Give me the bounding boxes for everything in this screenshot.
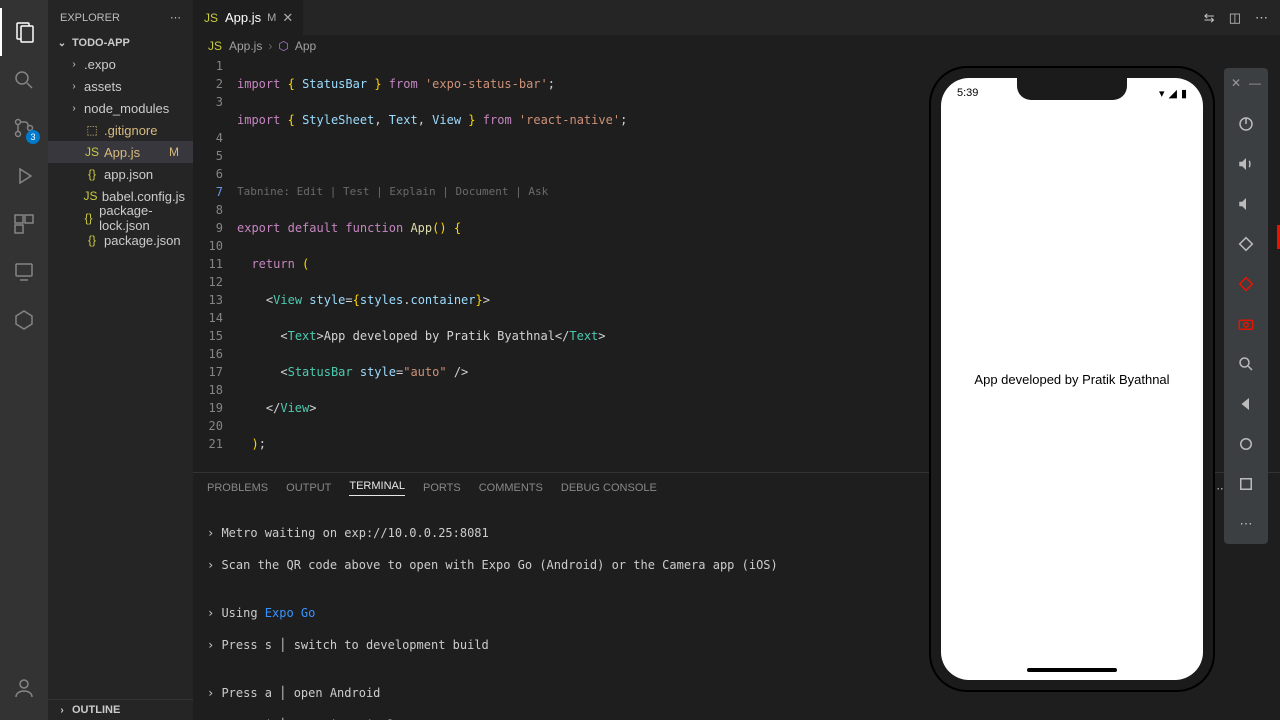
activity-hex-icon[interactable] [0,296,48,344]
power-icon[interactable] [1234,112,1258,136]
panel-tab-comments[interactable]: COMMENTS [479,482,543,494]
editor-tab[interactable]: JS App.js M ✕ [193,0,304,35]
tree-file-active[interactable]: JSApp.jsM [48,141,193,163]
volume-up-icon[interactable] [1234,152,1258,176]
tree-folder[interactable]: ›node_modules [48,97,193,119]
tab-bar: JS App.js M ✕ ⇆ ◫ ⋯ [193,0,1280,35]
tab-modified-indicator: M [267,12,276,24]
file-tree: ›.expo ›assets ›node_modules ⬚.gitignore… [48,51,193,253]
chevron-right-icon: › [56,705,68,716]
line-gutter: 1 2 3 4 5 6 7 8 9 10 11 12 13 14 15 16 1… [193,57,237,472]
android-emulator: 5:39 ▾ ◢ ▮ App developed by Pratik Byath… [931,68,1213,690]
tab-filename: App.js [225,10,261,25]
js-icon: JS [207,39,223,53]
zoom-icon[interactable] [1234,352,1258,376]
volume-down-icon[interactable] [1234,192,1258,216]
panel-tab-debug[interactable]: DEBUG CONSOLE [561,482,657,494]
project-name: TODO-APP [72,37,130,49]
explorer-title: EXPLORER [60,12,120,24]
activity-bar: 3 [0,0,48,720]
phone-frame: 5:39 ▾ ◢ ▮ App developed by Pratik Byath… [931,68,1213,690]
more-icon[interactable]: ⋯ [1255,10,1268,26]
compare-icon[interactable]: ⇆ [1204,10,1215,26]
tab-actions: ⇆ ◫ ⋯ [1204,0,1280,35]
rotate-left-icon[interactable] [1234,232,1258,256]
activity-scm-icon[interactable]: 3 [0,104,48,152]
chevron-down-icon: ⌄ [56,38,68,49]
main-area: JS App.js M ✕ ⇆ ◫ ⋯ JS App.js › ⬡ App 1 … [193,0,1280,720]
sidebar: EXPLORER ⋯ ⌄ TODO-APP ›.expo ›assets ›no… [48,0,193,720]
outline-header[interactable]: › OUTLINE [48,699,193,720]
home-icon[interactable] [1234,432,1258,456]
activity-extensions-icon[interactable] [0,200,48,248]
tree-file[interactable]: {}package-lock.json [48,207,193,229]
panel-tab-problems[interactable]: PROBLEMS [207,482,268,494]
breadcrumbs[interactable]: JS App.js › ⬡ App [193,35,1280,57]
explorer-more-icon[interactable]: ⋯ [170,11,181,24]
activity-explorer-icon[interactable] [0,8,48,56]
emulator-toolbar: ✕ — ⋯ [1224,68,1268,544]
tree-file[interactable]: ⬚.gitignore [48,119,193,141]
panel-tab-ports[interactable]: PORTS [423,482,461,494]
tree-file[interactable]: {}app.json [48,163,193,185]
tab-close-icon[interactable]: ✕ [282,10,293,26]
panel-tab-output[interactable]: OUTPUT [286,482,331,494]
overview-icon[interactable] [1234,472,1258,496]
rotate-right-icon[interactable] [1234,272,1258,296]
project-header[interactable]: ⌄ TODO-APP [48,35,193,51]
js-icon: JS [203,11,219,25]
activity-remote-icon[interactable] [0,248,48,296]
activity-debug-icon[interactable] [0,152,48,200]
phone-navbar [1027,668,1117,672]
phone-app-content: App developed by Pratik Byathnal [941,78,1203,680]
scm-badge: 3 [26,130,40,144]
activity-account-icon[interactable] [0,664,48,712]
tree-folder[interactable]: ›assets [48,75,193,97]
back-icon[interactable] [1234,392,1258,416]
emulator-minimize-icon[interactable]: — [1249,76,1261,90]
tree-file[interactable]: {}package.json [48,229,193,251]
tree-folder[interactable]: ›.expo [48,53,193,75]
split-editor-icon[interactable]: ◫ [1229,10,1241,26]
more-icon[interactable]: ⋯ [1234,512,1258,536]
emulator-close-icon[interactable]: ✕ [1231,76,1241,90]
sidebar-header: EXPLORER ⋯ [48,0,193,35]
screenshot-icon[interactable] [1234,312,1258,336]
symbol-icon: ⬡ [278,39,288,53]
activity-search-icon[interactable] [0,56,48,104]
panel-tab-terminal[interactable]: TERMINAL [349,480,405,496]
phone-screen[interactable]: 5:39 ▾ ◢ ▮ App developed by Pratik Byath… [941,78,1203,680]
more-icon[interactable]: ⋯ [1213,482,1224,495]
